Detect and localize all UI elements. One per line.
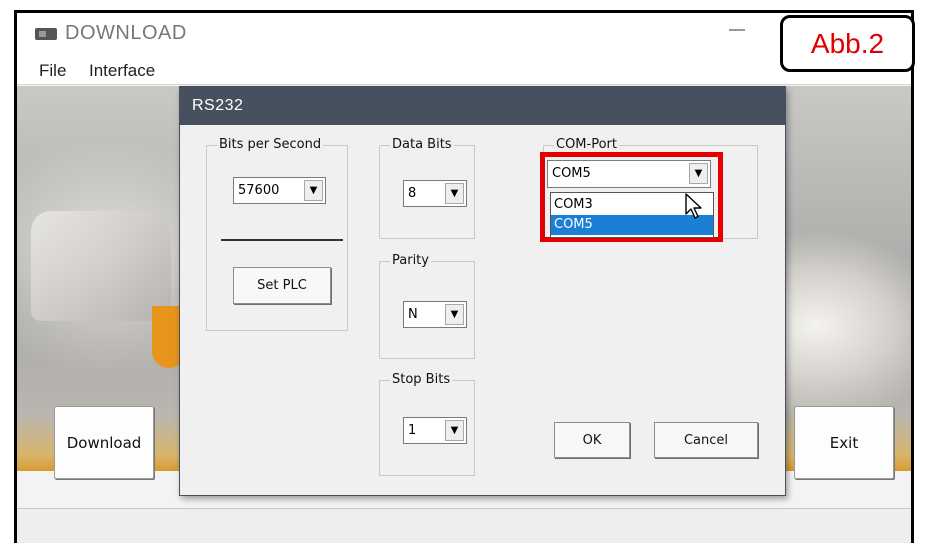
chevron-down-icon[interactable]: ▼ [445, 183, 464, 204]
stop-bits-value: 1 [408, 423, 417, 438]
bits-per-second-group: Bits per Second 57600 ▼ Set PLC [206, 136, 348, 331]
dialog-titlebar: RS232 [180, 87, 785, 125]
data-bits-value: 8 [408, 186, 417, 201]
app-window-icon [35, 28, 57, 40]
banner-machine-image [31, 211, 171, 321]
separator-line [221, 239, 343, 241]
minimize-button[interactable] [729, 29, 745, 31]
com-port-value: COM5 [552, 166, 591, 181]
bits-per-second-value: 57600 [238, 183, 280, 198]
com-port-select[interactable]: COM5 ▼ [547, 160, 711, 188]
window-titlebar: DOWNLOAD [17, 13, 911, 53]
figure-label: Abb.2 [780, 15, 915, 72]
exit-button[interactable]: Exit [794, 406, 894, 479]
menu-file[interactable]: File [39, 61, 66, 81]
chevron-down-icon[interactable]: ▼ [689, 163, 708, 184]
chevron-down-icon[interactable]: ▼ [304, 180, 323, 201]
data-bits-label: Data Bits [390, 136, 454, 154]
data-bits-group: Data Bits 8 ▼ [379, 136, 475, 239]
ok-button[interactable]: OK [554, 422, 630, 458]
parity-value: N [408, 307, 418, 322]
chevron-down-icon[interactable]: ▼ [445, 304, 464, 325]
menu-interface[interactable]: Interface [89, 61, 155, 81]
parity-group: Parity N ▼ [379, 252, 475, 359]
window-title: DOWNLOAD [65, 22, 187, 44]
menu-bar: File Interface [17, 53, 911, 85]
stop-bits-group: Stop Bits 1 ▼ [379, 371, 475, 476]
chevron-down-icon[interactable]: ▼ [445, 420, 464, 441]
parity-select[interactable]: N ▼ [403, 301, 467, 328]
rs232-dialog: RS232 Bits per Second 57600 ▼ Set PLC Da… [179, 86, 786, 496]
download-button[interactable]: Download [54, 406, 154, 479]
bits-per-second-select[interactable]: 57600 ▼ [233, 177, 326, 204]
parity-label: Parity [390, 252, 431, 270]
application-window: DOWNLOAD File Interface Download Exit RS… [14, 10, 914, 543]
stop-bits-select[interactable]: 1 ▼ [403, 417, 467, 444]
bits-per-second-label: Bits per Second [217, 136, 324, 154]
data-bits-select[interactable]: 8 ▼ [403, 180, 467, 207]
cancel-button[interactable]: Cancel [654, 422, 758, 458]
status-bar [17, 508, 911, 543]
dialog-title: RS232 [192, 97, 244, 114]
stop-bits-label: Stop Bits [390, 371, 453, 389]
set-plc-button[interactable]: Set PLC [233, 267, 331, 304]
mouse-pointer-icon [685, 193, 702, 219]
